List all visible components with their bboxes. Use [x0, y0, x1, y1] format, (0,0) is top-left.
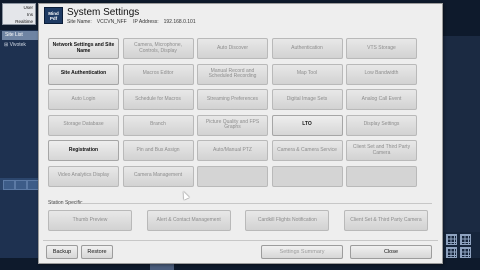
site-tree-item[interactable]: ⊞ Vivotek	[4, 42, 26, 48]
system-settings-dialog: Mind Pdf System Settings Site Name: VCCVN…	[38, 3, 443, 264]
login-line: User	[23, 5, 33, 10]
empty-slot-button	[197, 165, 268, 187]
layout-grid-icon[interactable]	[446, 234, 457, 245]
schedule-for-macros-button[interactable]: Schedule for Macros	[122, 89, 194, 110]
pin-and-bus-assign-button[interactable]: Pin and Bus Assign	[122, 140, 194, 161]
site-tree-label: Vivotek	[9, 42, 26, 48]
auto-manual-ptz-button[interactable]: Auto/Manual PTZ	[197, 140, 268, 161]
layout-grid-icon[interactable]	[460, 234, 471, 245]
background-login-panel: User Ins Realtime	[2, 3, 36, 25]
camera-microphone-controls-display-button[interactable]: Camera, Microphone, Controls, Display	[122, 38, 194, 59]
login-line: Ins	[26, 12, 33, 17]
macros-editor-button[interactable]: Macros Editor	[122, 63, 194, 85]
branch-button[interactable]: Branch	[122, 114, 194, 136]
digital-image-sets-button[interactable]: Digital Image Sets	[271, 89, 343, 110]
manual-record-and-scheduled-recording-button[interactable]: Manual Record and Scheduled Recording	[197, 63, 268, 85]
picture-quality-and-fps-graphs-button[interactable]: Picture Quality and FPS Graphs	[197, 114, 268, 136]
client-set-and-third-party-camera-button[interactable]: Client Set and Third Party Camera	[346, 140, 417, 161]
logo-text: Mind Pdf	[48, 11, 59, 21]
section-divider	[81, 203, 432, 204]
thumb-preview-button[interactable]: Thumb Preview	[48, 210, 132, 231]
restore-button[interactable]: Restore	[81, 245, 113, 259]
empty-slot-button	[346, 165, 417, 187]
footer-divider	[43, 240, 438, 241]
station-specific-row: Thumb Preview Alert & Contact Management…	[48, 210, 428, 231]
low-bandwidth-button[interactable]: Low Bandwidth	[346, 63, 417, 85]
ip-value: 192.168.0.101	[163, 19, 196, 25]
settings-summary-button[interactable]: Settings Summary	[261, 245, 343, 259]
control-button[interactable]	[3, 180, 15, 190]
app-logo: Mind Pdf	[44, 7, 63, 24]
layout-grid-icon[interactable]	[446, 247, 457, 258]
site-list-header[interactable]: Site List	[2, 31, 38, 40]
background-bottom-tab[interactable]	[150, 263, 174, 270]
background-sidebar	[0, 30, 40, 270]
backup-button[interactable]: Backup	[46, 245, 78, 259]
alert-contact-button[interactable]: Alert & Contact Management	[146, 210, 231, 231]
storage-database-button[interactable]: Storage Database	[48, 114, 119, 136]
network-settings-and-site-name-button[interactable]: Network Settings and Site Name	[48, 38, 119, 59]
streaming-preferences-button[interactable]: Streaming Preferences	[197, 89, 268, 110]
site-name-label: Site Name:	[67, 19, 92, 25]
settings-button-grid: Network Settings and Site Name Camera, Mi…	[48, 38, 417, 187]
authentication-button[interactable]: Authentication	[271, 38, 343, 59]
vts-storage-button[interactable]: VTS Storage	[346, 38, 417, 59]
auto-login-button[interactable]: Auto Login	[48, 89, 119, 110]
ip-label: IP Address:	[133, 19, 159, 25]
close-button[interactable]: Close	[350, 245, 432, 259]
video-analytics-display-button[interactable]: Video Analytics Display	[48, 165, 119, 187]
lto-button[interactable]: LTO	[271, 114, 343, 136]
control-button[interactable]	[15, 180, 27, 190]
login-line: Realtime	[15, 19, 33, 24]
notification-button[interactable]: Cardkill Flights Notification	[245, 210, 330, 231]
registration-button[interactable]: Registration	[48, 140, 119, 161]
layout-grid-icon[interactable]	[460, 247, 471, 258]
third-party-camera-button[interactable]: Client Set & Third Party Camera	[343, 210, 428, 231]
site-info: Site Name: VCCVN_NFF IP Address: 192.168.0…	[67, 19, 201, 25]
camera-camera-service-button[interactable]: Camera & Camera Service	[271, 140, 343, 161]
display-settings-button[interactable]: Display Settings	[346, 114, 417, 136]
site-name-value: VCCVN_NFF	[96, 19, 127, 25]
map-tool-button[interactable]: Map Tool	[271, 63, 343, 85]
analog-call-event-button[interactable]: Analog Call Event	[346, 89, 417, 110]
camera-management-button[interactable]: Camera Management	[122, 165, 194, 187]
section-label: Station Specific	[48, 200, 83, 206]
empty-slot-button	[271, 165, 343, 187]
auto-discover-button[interactable]: Auto Discover	[197, 38, 268, 59]
site-authentication-button[interactable]: Site Authentication	[48, 63, 119, 85]
dialog-title: System Settings	[67, 7, 140, 18]
